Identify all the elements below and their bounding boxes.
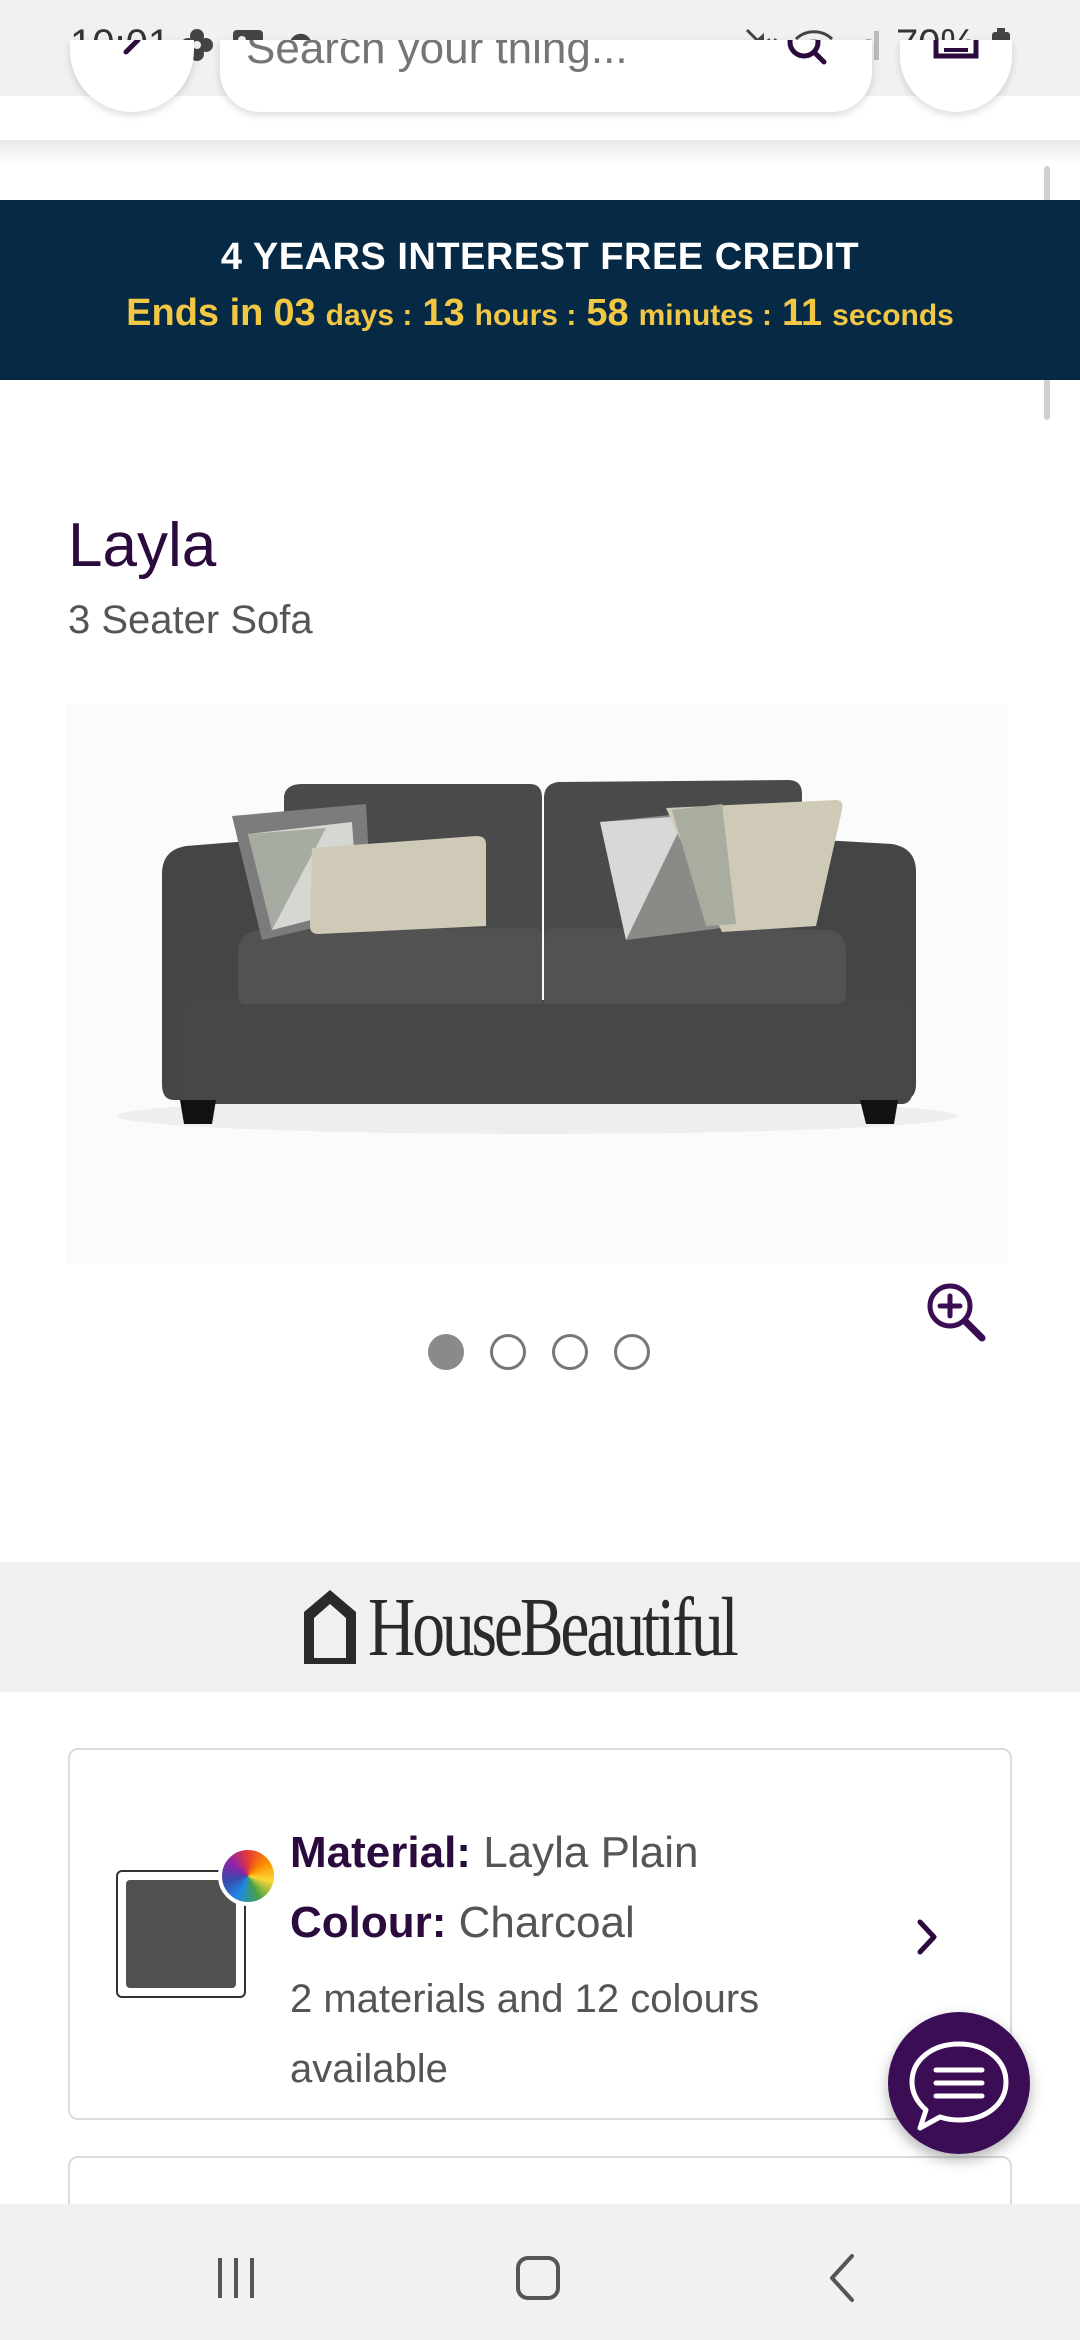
sticky-header [0, 40, 1080, 150]
colour-label: Colour: [290, 1898, 447, 1947]
chevron-right-icon[interactable] [908, 1912, 948, 1962]
product-subtitle: 3 Seater Sofa [68, 598, 313, 642]
product-name: Layla [68, 511, 217, 580]
material-label: Material: [290, 1828, 471, 1877]
house-beautiful-logo: HouseBeautiful [300, 1581, 839, 1674]
material-value: Layla Plain [483, 1828, 699, 1877]
countdown-minutes-value: 58 [586, 292, 629, 334]
material-selector-card[interactable]: Material: Layla Plain Colour: Charcoal 2… [68, 1748, 1012, 2120]
colour-line: Colour: Charcoal [290, 1898, 635, 1948]
search-input[interactable] [246, 40, 766, 84]
colour-value: Charcoal [458, 1898, 635, 1947]
search-bar[interactable] [220, 40, 872, 112]
material-line: Material: Layla Plain [290, 1828, 698, 1878]
zoom-in-icon [927, 1283, 986, 1342]
system-nav-bar [0, 2204, 1080, 2340]
countdown-minutes-label: minutes : [638, 299, 772, 332]
house-icon [304, 1590, 356, 1664]
product-image[interactable] [66, 704, 1008, 1264]
basket-icon [933, 40, 979, 59]
carousel-dot-3[interactable] [552, 1334, 588, 1370]
chevron-left-icon [123, 40, 141, 55]
promo-countdown: Ends in 03 days : 13 hours : 58 minutes … [0, 292, 1080, 335]
carousel-dot-1[interactable] [428, 1334, 464, 1370]
partner-band: HouseBeautiful [0, 1562, 1080, 1692]
countdown-hours-label: hours : [474, 299, 577, 332]
countdown-hours-value: 13 [422, 292, 465, 334]
partner-logo-text: HouseBeautiful [368, 1580, 739, 1674]
basket-button[interactable] [900, 40, 1012, 112]
countdown-seconds-value: 11 [781, 292, 823, 334]
promo-title: 4 YEARS INTEREST FREE CREDIT [220, 236, 860, 278]
chat-button[interactable] [888, 2012, 1030, 2154]
countdown-days-value: 03 [273, 292, 316, 334]
countdown-ends-in: Ends in [126, 292, 264, 334]
header-shadow [0, 140, 1080, 164]
back-icon[interactable] [822, 2252, 862, 2304]
zoom-button[interactable] [924, 1280, 988, 1344]
home-icon[interactable] [514, 2254, 562, 2302]
color-wheel-icon [218, 1846, 278, 1906]
promo-banner[interactable]: 4 YEARS INTEREST FREE CREDIT Ends in 03 … [0, 200, 1080, 380]
countdown-days-label: days : [325, 299, 413, 332]
back-button[interactable] [70, 40, 194, 112]
carousel-dot-2[interactable] [490, 1334, 526, 1370]
chat-icon [909, 2041, 1009, 2131]
search-icon[interactable] [786, 40, 832, 70]
swatch-color [126, 1880, 236, 1988]
availability-text: 2 materials and 12 colours available [290, 1977, 760, 2091]
countdown-seconds-label: seconds [832, 299, 954, 332]
recents-icon[interactable] [212, 2254, 260, 2302]
carousel-dots [428, 1334, 650, 1370]
sofa-image [117, 780, 957, 1134]
carousel-dot-4[interactable] [614, 1334, 650, 1370]
